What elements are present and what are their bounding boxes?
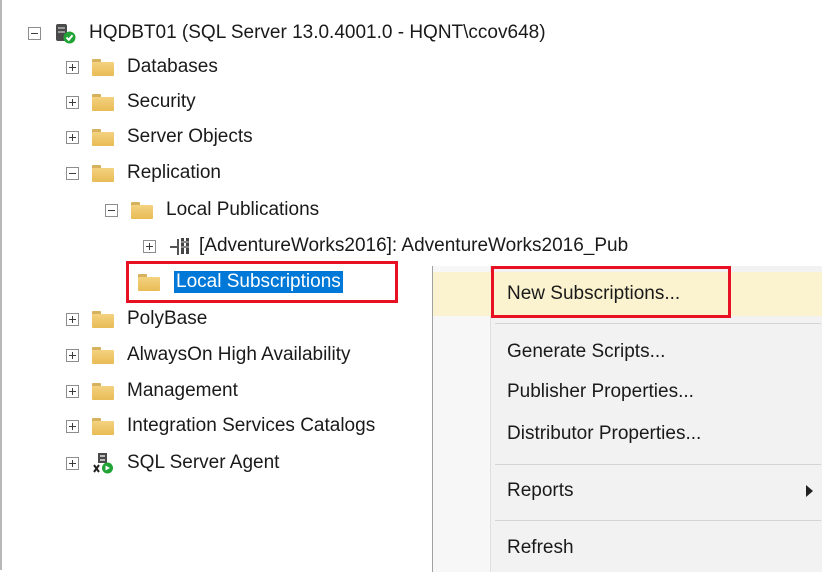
window-left-border: [0, 0, 2, 570]
submenu-arrow-icon: [806, 485, 813, 497]
tree-node-management[interactable]: Management: [66, 376, 240, 406]
publication-icon: [170, 238, 189, 255]
tree-node-sql-agent[interactable]: SQL Server Agent: [66, 448, 281, 478]
menu-separator: [495, 464, 821, 465]
expand-toggle-icon[interactable]: [66, 60, 79, 74]
alwayson-label: AlwaysOn High Availability: [127, 344, 351, 365]
collapse-toggle-icon[interactable]: [105, 203, 118, 217]
database-server-icon: [56, 24, 76, 44]
refresh-label: Refresh: [507, 537, 574, 558]
tree-node-local-publications[interactable]: Local Publications: [105, 195, 321, 225]
menu-item-generate-scripts[interactable]: Generate Scripts...: [433, 334, 822, 370]
menu-item-refresh[interactable]: Refresh: [433, 530, 822, 566]
folder-icon: [92, 310, 114, 328]
reports-label: Reports: [507, 480, 574, 501]
management-label: Management: [127, 380, 238, 401]
expand-toggle-icon[interactable]: [143, 239, 156, 253]
local-publications-label: Local Publications: [166, 199, 320, 220]
publisher-properties-label: Publisher Properties...: [507, 381, 694, 402]
generate-scripts-label: Generate Scripts...: [507, 341, 666, 362]
folder-icon: [92, 382, 114, 400]
databases-label: Databases: [127, 56, 218, 77]
expand-toggle-icon[interactable]: [66, 130, 79, 144]
expand-toggle-icon[interactable]: [66, 419, 79, 433]
tree-node-server[interactable]: HQDBT01 (SQL Server 13.0.4001.0 - HQNT\c…: [28, 18, 548, 48]
tree-node-integration-services[interactable]: Integration Services Catalogs: [66, 411, 377, 441]
server-label: HQDBT01 (SQL Server 13.0.4001.0 - HQNT\c…: [89, 22, 546, 43]
highlight-box-local-subscriptions: [126, 261, 398, 303]
tree-node-server-objects[interactable]: Server Objects: [66, 122, 255, 152]
folder-icon: [92, 164, 114, 182]
tree-node-security[interactable]: Security: [66, 87, 198, 117]
tree-node-publication[interactable]: [AdventureWorks2016]: AdventureWorks2016…: [143, 231, 630, 261]
collapse-toggle-icon[interactable]: [28, 26, 41, 40]
sql-agent-icon: [93, 453, 113, 474]
folder-icon: [92, 417, 114, 435]
polybase-label: PolyBase: [127, 308, 208, 329]
highlight-box-new-subscriptions: [491, 266, 731, 318]
folder-icon: [92, 93, 114, 111]
collapse-toggle-icon[interactable]: [66, 166, 79, 180]
security-label: Security: [127, 91, 196, 112]
sql-agent-label: SQL Server Agent: [127, 452, 280, 473]
tree-node-databases[interactable]: Databases: [66, 52, 220, 82]
integration-services-label: Integration Services Catalogs: [127, 415, 376, 436]
expand-toggle-icon[interactable]: [66, 348, 79, 362]
publication-label: [AdventureWorks2016]: AdventureWorks2016…: [199, 235, 629, 256]
menu-separator: [495, 323, 821, 324]
server-objects-label: Server Objects: [127, 126, 253, 147]
expand-toggle-icon[interactable]: [66, 95, 79, 109]
menu-separator: [495, 520, 821, 521]
tree-node-alwayson[interactable]: AlwaysOn High Availability: [66, 340, 353, 370]
replication-label: Replication: [127, 162, 221, 183]
menu-item-reports[interactable]: Reports: [433, 473, 822, 509]
menu-item-distributor-properties[interactable]: Distributor Properties...: [433, 416, 822, 452]
folder-icon: [131, 201, 153, 219]
folder-icon: [92, 346, 114, 364]
tree-node-polybase[interactable]: PolyBase: [66, 304, 209, 334]
distributor-properties-label: Distributor Properties...: [507, 423, 702, 444]
expand-toggle-icon[interactable]: [66, 312, 79, 326]
expand-toggle-icon[interactable]: [66, 456, 79, 470]
expand-toggle-icon[interactable]: [66, 384, 79, 398]
menu-item-publisher-properties[interactable]: Publisher Properties...: [433, 374, 822, 410]
tree-node-replication[interactable]: Replication: [66, 158, 223, 188]
folder-icon: [92, 128, 114, 146]
folder-icon: [92, 58, 114, 76]
